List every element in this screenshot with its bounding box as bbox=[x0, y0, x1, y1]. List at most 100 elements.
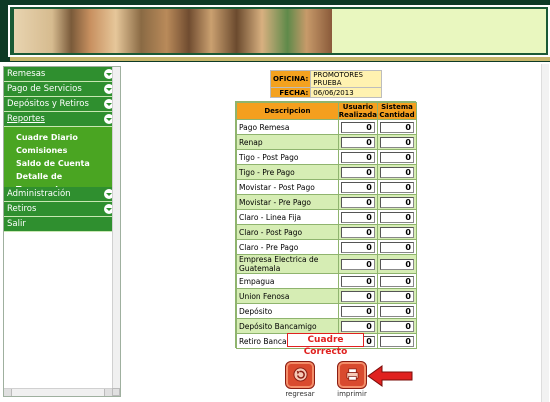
sistema-value-field[interactable]: 0 bbox=[380, 196, 414, 208]
menu-item-pago-de-servicios[interactable]: Pago de Servicios bbox=[4, 82, 120, 97]
usuario-value-field[interactable]: 0 bbox=[340, 241, 375, 253]
menu-item-pago-de-servicios-label: Pago de Servicios bbox=[7, 84, 82, 94]
sistema-value-field[interactable]: 0 bbox=[380, 226, 414, 238]
row-sistema-cell: 0 bbox=[377, 239, 417, 255]
submenu-item-saldo-de-cuenta[interactable]: Saldo de Cuenta bbox=[4, 157, 120, 170]
table-row: Empresa Electrica de Guatemala 0 0 bbox=[236, 254, 417, 274]
office-value: PROMOTORES PRUEBA bbox=[310, 70, 382, 88]
menu-item-administracion-label: Administración bbox=[7, 189, 71, 199]
red-arrow-icon bbox=[367, 365, 413, 387]
row-sistema-cell: 0 bbox=[377, 333, 417, 349]
menu-item-salir-label: Salir bbox=[7, 219, 26, 229]
back-icon bbox=[293, 367, 308, 382]
row-sistema-cell: 0 bbox=[377, 288, 417, 304]
row-sistema-cell: 0 bbox=[377, 164, 417, 180]
usuario-value-field[interactable]: 0 bbox=[340, 121, 375, 133]
cuadre-panel: Descripcion Usuario Realizada Sistema Ca… bbox=[235, 101, 417, 349]
usuario-value-field[interactable]: 0 bbox=[340, 196, 375, 208]
sistema-value-field[interactable]: 0 bbox=[380, 121, 414, 133]
table-row: Tigo - Post Pago 0 0 bbox=[236, 149, 417, 165]
reportes-submenu: Cuadre Diario Comisiones Saldo de Cuenta De… bbox=[4, 127, 120, 194]
row-usuario-cell: 0 bbox=[337, 318, 379, 334]
table-row: Pago Remesa 0 0 bbox=[236, 119, 417, 135]
usuario-value-field[interactable]: 0 bbox=[340, 151, 375, 163]
menu-item-retiros[interactable]: Retiros bbox=[4, 202, 120, 217]
sistema-value-field[interactable]: 0 bbox=[380, 166, 414, 178]
table-row: Tigo - Pre Pago 0 0 bbox=[236, 164, 417, 180]
menu-item-remesas[interactable]: Remesas bbox=[4, 67, 120, 82]
usuario-value-field[interactable]: 0 bbox=[340, 181, 375, 193]
imprimir-button[interactable] bbox=[337, 361, 367, 389]
cuadre-table: Descripcion Usuario Realizada Sistema Ca… bbox=[236, 102, 417, 349]
sistema-value-field[interactable]: 0 bbox=[380, 241, 414, 253]
table-row: Movistar - Pre Pago 0 0 bbox=[236, 194, 417, 210]
usuario-value-field[interactable]: 0 bbox=[340, 136, 375, 148]
row-description: Renap bbox=[236, 134, 339, 150]
row-description: Claro - Post Pago bbox=[236, 224, 339, 240]
row-usuario-cell: 0 bbox=[337, 239, 379, 255]
usuario-value-field[interactable]: 0 bbox=[340, 166, 375, 178]
sistema-value-field[interactable]: 0 bbox=[380, 320, 414, 332]
row-usuario-cell: 0 bbox=[337, 119, 379, 135]
scroll-down-arrow-icon[interactable] bbox=[112, 388, 120, 396]
menu-item-salir[interactable]: Salir bbox=[4, 217, 120, 232]
sistema-value-field[interactable]: 0 bbox=[380, 151, 414, 163]
sistema-value-field[interactable]: 0 bbox=[380, 258, 414, 270]
row-sistema-cell: 0 bbox=[377, 224, 417, 240]
row-usuario-cell: 0 bbox=[337, 224, 379, 240]
table-row: Union Fenosa 0 0 bbox=[236, 288, 417, 304]
sistema-value-field[interactable]: 0 bbox=[380, 290, 414, 302]
usuario-value-field[interactable]: 0 bbox=[340, 275, 375, 287]
sidebar-vertical-scrollbar[interactable] bbox=[112, 67, 120, 396]
usuario-value-field[interactable]: 0 bbox=[340, 290, 375, 302]
row-usuario-cell: 0 bbox=[337, 194, 379, 210]
menu-item-depositos-y-retiros-label: Depósitos y Retiros bbox=[7, 99, 89, 109]
submenu-item-cuadre-diario[interactable]: Cuadre Diario bbox=[4, 131, 120, 144]
menu-item-reportes-label: Reportes bbox=[7, 114, 45, 124]
menu-item-administracion[interactable]: Administración bbox=[4, 187, 120, 202]
sistema-value-field[interactable]: 0 bbox=[380, 275, 414, 287]
row-description: Movistar - Pre Pago bbox=[236, 194, 339, 210]
row-description: Movistar - Post Pago bbox=[236, 179, 339, 195]
date-label: FECHA: bbox=[269, 87, 312, 98]
menu-item-remesas-label: Remesas bbox=[7, 69, 46, 79]
usuario-value-field[interactable]: 0 bbox=[340, 211, 375, 223]
menu-item-reportes[interactable]: Reportes bbox=[4, 112, 120, 127]
sistema-value-field[interactable]: 0 bbox=[380, 136, 414, 148]
scroll-right-arrow-icon[interactable] bbox=[104, 389, 112, 396]
usuario-value-field[interactable]: 0 bbox=[340, 305, 375, 317]
scroll-left-arrow-icon[interactable] bbox=[4, 389, 12, 396]
sistema-value-field[interactable]: 0 bbox=[380, 305, 414, 317]
row-description: Empresa Electrica de Guatemala bbox=[236, 254, 339, 274]
table-row: Claro - Post Pago 0 0 bbox=[236, 224, 417, 240]
row-usuario-cell: 0 bbox=[337, 164, 379, 180]
usuario-value-field[interactable]: 0 bbox=[340, 226, 375, 238]
usuario-value-field[interactable]: 0 bbox=[340, 320, 375, 332]
row-description: Tigo - Post Pago bbox=[236, 149, 339, 165]
row-sistema-cell: 0 bbox=[377, 303, 417, 319]
table-row: Depósito Bancamigo 0 0 bbox=[236, 318, 417, 334]
menu-item-depositos-y-retiros[interactable]: Depósitos y Retiros bbox=[4, 97, 120, 112]
row-sistema-cell: 0 bbox=[377, 318, 417, 334]
sidebar-horizontal-scrollbar[interactable] bbox=[4, 388, 112, 396]
column-header-usuario-line2: Realizada bbox=[338, 111, 377, 119]
submenu-item-detalle-de-transacciones[interactable]: Detalle de Transacciones bbox=[4, 170, 120, 194]
row-description: Depósito Bancamigo bbox=[236, 318, 339, 334]
usuario-value-field[interactable]: 0 bbox=[340, 258, 375, 270]
table-row: Depósito 0 0 bbox=[236, 303, 417, 319]
sistema-value-field[interactable]: 0 bbox=[380, 181, 414, 193]
row-usuario-cell: 0 bbox=[337, 273, 379, 289]
sistema-value-field[interactable]: 0 bbox=[380, 335, 414, 347]
sistema-value-field[interactable]: 0 bbox=[380, 211, 414, 223]
row-usuario-cell: 0 bbox=[337, 149, 379, 165]
regresar-label: regresar bbox=[285, 390, 315, 398]
main-vertical-scrollbar[interactable] bbox=[541, 64, 549, 402]
table-row: Renap 0 0 bbox=[236, 134, 417, 150]
submenu-item-comisiones[interactable]: Comisiones bbox=[4, 144, 120, 157]
table-row: Claro - Pre Pago 0 0 bbox=[236, 239, 417, 255]
row-sistema-cell: 0 bbox=[377, 194, 417, 210]
regresar-button[interactable] bbox=[285, 361, 315, 389]
row-sistema-cell: 0 bbox=[377, 179, 417, 195]
row-sistema-cell: 0 bbox=[377, 119, 417, 135]
row-sistema-cell: 0 bbox=[377, 254, 417, 274]
